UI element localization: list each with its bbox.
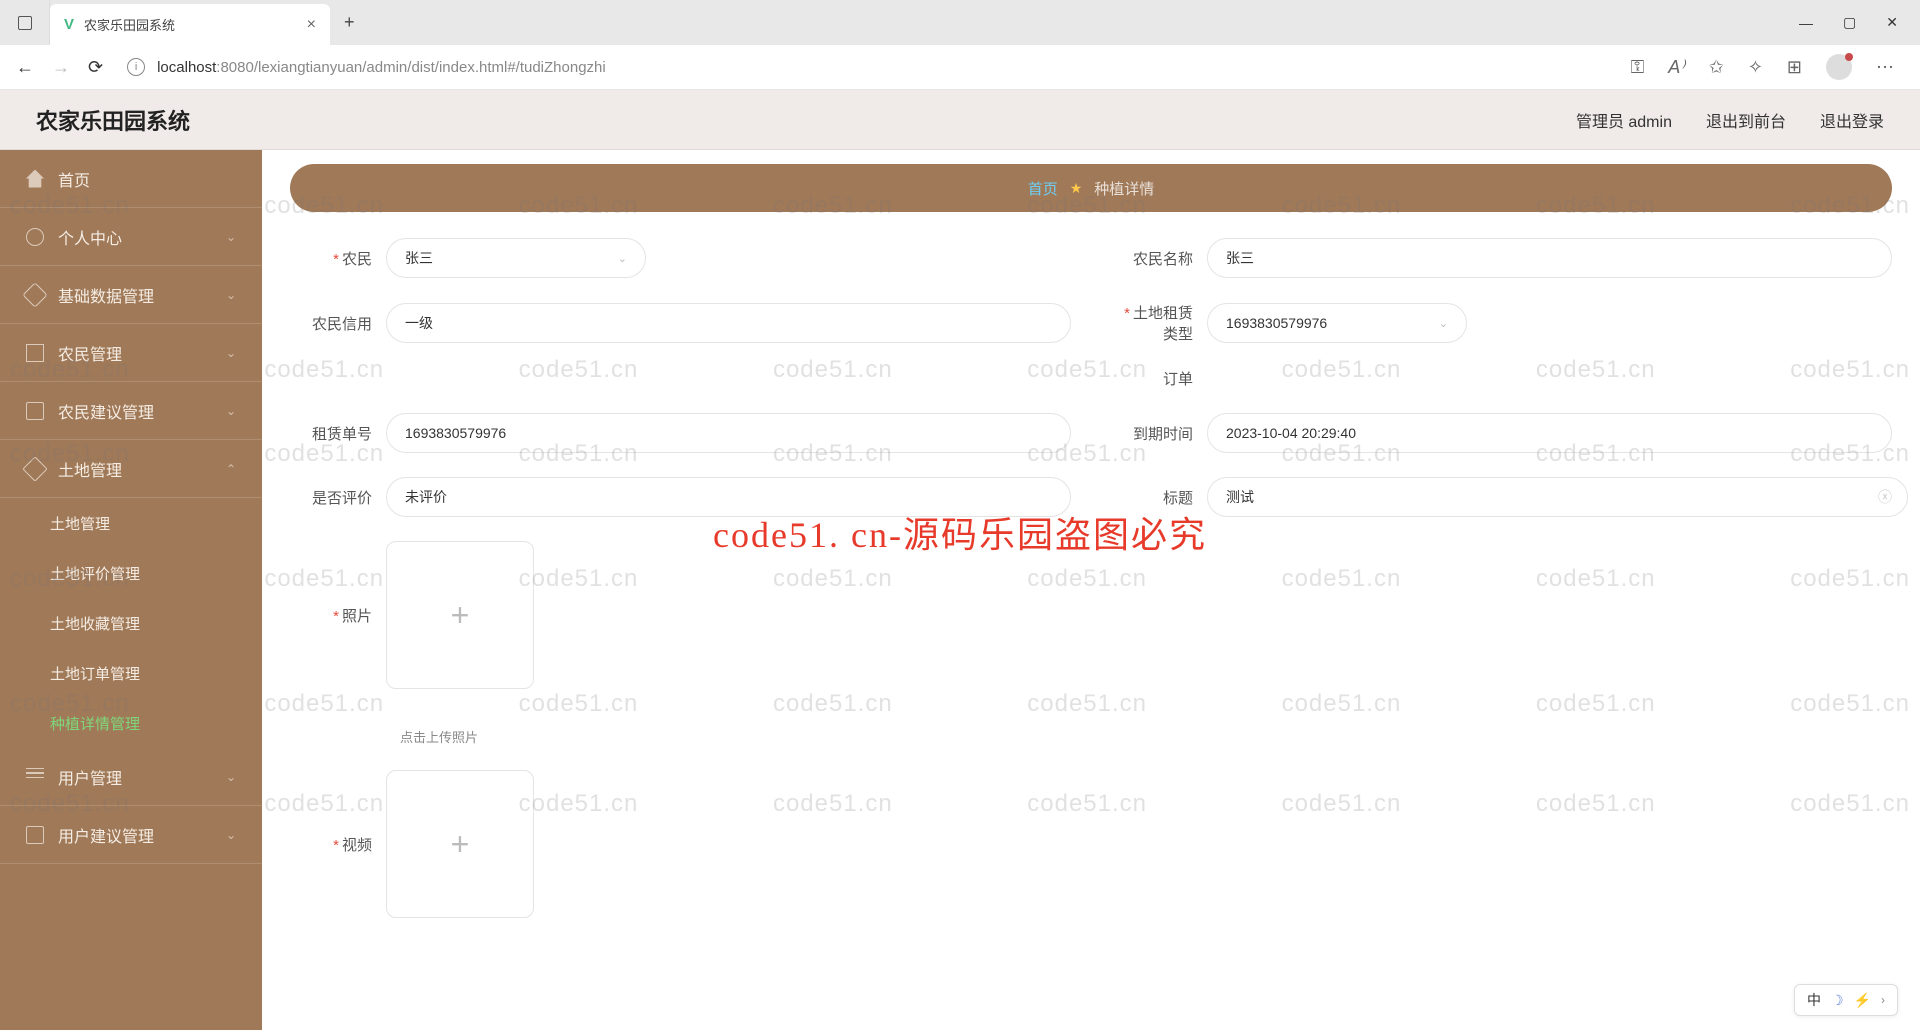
site-info-icon[interactable]: i bbox=[127, 58, 145, 76]
chevron-down-icon: ⌄ bbox=[226, 828, 236, 842]
chevron-down-icon: ⌄ bbox=[226, 288, 236, 302]
chevron-right-icon: › bbox=[1881, 993, 1885, 1007]
upload-photo-hint: 点击上传照片 bbox=[400, 727, 1892, 746]
label-evaluated: 是否评价 bbox=[312, 490, 372, 507]
favorite-icon[interactable]: ✩ bbox=[1709, 57, 1724, 78]
label-video: 视频 bbox=[342, 837, 372, 854]
user-icon bbox=[26, 228, 44, 246]
sidebar-item-land[interactable]: 土地管理 ⌃ bbox=[0, 440, 262, 498]
chevron-down-icon: ⌄ bbox=[226, 404, 236, 418]
sidebar-sub-land[interactable]: 土地管理 bbox=[0, 498, 262, 548]
key-icon[interactable]: ⚿ bbox=[1631, 57, 1645, 78]
sidebar-sub-plant-detail[interactable]: 种植详情管理 bbox=[0, 698, 262, 748]
doc-icon bbox=[26, 826, 44, 844]
minimize-icon[interactable]: — bbox=[1799, 15, 1813, 31]
input-credit[interactable] bbox=[386, 303, 1071, 343]
sidebar-item-farmer[interactable]: 农民管理 ⌄ bbox=[0, 324, 262, 382]
profile-avatar[interactable] bbox=[1826, 54, 1852, 80]
browser-tab[interactable]: V 农家乐田园系统 × bbox=[50, 4, 330, 45]
collections-icon[interactable]: ✧ bbox=[1748, 57, 1763, 78]
label-lease-type: 土地租赁类型 bbox=[1133, 305, 1193, 343]
chevron-up-icon: ⌃ bbox=[226, 462, 236, 476]
to-front-link[interactable]: 退出到前台 bbox=[1706, 108, 1786, 132]
window-controls: — ▢ ✕ bbox=[1777, 0, 1920, 45]
input-title[interactable] bbox=[1207, 477, 1908, 517]
sidebar-sub-land-order[interactable]: 土地订单管理 bbox=[0, 648, 262, 698]
detail-form: *农民 张三 ⌄ 农民名称 农民信用 *土地租赁类型 1693830579976 bbox=[290, 238, 1892, 918]
language-widget[interactable]: 中 ☽ ⚡ › bbox=[1794, 984, 1898, 1016]
label-title: 标题 bbox=[1163, 490, 1193, 507]
sidebar-sub-land-collect[interactable]: 土地收藏管理 bbox=[0, 598, 262, 648]
clear-input-icon[interactable]: ⓧ bbox=[1878, 487, 1892, 507]
select-farmer[interactable]: 张三 ⌄ bbox=[386, 238, 646, 278]
back-button[interactable]: ← bbox=[16, 57, 34, 78]
sidebar: 首页 个人中心 ⌄ 基础数据管理 ⌄ 农民管理 ⌄ 农民建议管理 ⌄ 土地管理 … bbox=[0, 150, 262, 1030]
label-farmer-name: 农民名称 bbox=[1133, 251, 1193, 268]
input-farmer-name[interactable] bbox=[1207, 238, 1892, 278]
gear-icon bbox=[22, 282, 47, 307]
refresh-button[interactable]: ⟳ bbox=[88, 57, 103, 78]
breadcrumb: 首页 ★ 种植详情 bbox=[290, 164, 1892, 212]
label-photo: 照片 bbox=[342, 608, 372, 625]
upload-photo-box[interactable]: + bbox=[386, 541, 534, 689]
input-expire[interactable] bbox=[1207, 413, 1892, 453]
browser-titlebar: V 农家乐田园系统 × + — ▢ ✕ bbox=[0, 0, 1920, 45]
sidebar-item-basic-data[interactable]: 基础数据管理 ⌄ bbox=[0, 266, 262, 324]
breadcrumb-current: 种植详情 bbox=[1094, 178, 1154, 199]
url-text: localhost:8080/lexiangtianyuan/admin/dis… bbox=[157, 59, 606, 76]
chevron-down-icon: ⌄ bbox=[226, 770, 236, 784]
address-bar: ← → ⟳ i localhost:8080/lexiangtianyuan/a… bbox=[0, 45, 1920, 90]
sidebar-item-home[interactable]: 首页 bbox=[0, 150, 262, 208]
extensions-icon[interactable]: ⊞ bbox=[1787, 57, 1802, 78]
pin-icon bbox=[22, 456, 47, 481]
tab-title: 农家乐田园系统 bbox=[84, 15, 297, 34]
label-credit: 农民信用 bbox=[312, 316, 372, 333]
more-icon[interactable]: ⋯ bbox=[1876, 57, 1894, 78]
forward-button: → bbox=[52, 57, 70, 78]
input-lease-no[interactable] bbox=[386, 413, 1071, 453]
chevron-down-icon: ⌄ bbox=[226, 346, 236, 360]
read-aloud-icon[interactable]: A⁾ bbox=[1668, 57, 1684, 78]
label-expire: 到期时间 bbox=[1133, 426, 1193, 443]
close-window-icon[interactable]: ✕ bbox=[1886, 14, 1898, 31]
logout-link[interactable]: 退出登录 bbox=[1820, 108, 1884, 132]
url-input[interactable]: i localhost:8080/lexiangtianyuan/admin/d… bbox=[121, 58, 1612, 76]
sidebar-sub-land-review[interactable]: 土地评价管理 bbox=[0, 548, 262, 598]
app-title: 农家乐田园系统 bbox=[36, 104, 190, 136]
sidebar-item-farmer-advice[interactable]: 农民建议管理 ⌄ bbox=[0, 382, 262, 440]
app-header: 农家乐田园系统 管理员 admin 退出到前台 退出登录 bbox=[0, 90, 1920, 150]
chevron-down-icon: ⌄ bbox=[226, 230, 236, 244]
breadcrumb-home[interactable]: 首页 bbox=[1028, 178, 1058, 199]
tab-strip-button[interactable] bbox=[0, 0, 50, 45]
sidebar-item-user-advice[interactable]: 用户建议管理 ⌄ bbox=[0, 806, 262, 864]
chevron-down-icon: ⌄ bbox=[618, 252, 627, 265]
select-lease-type[interactable]: 1693830579976 ⌄ bbox=[1207, 303, 1467, 343]
grid-icon bbox=[26, 344, 44, 362]
chevron-down-icon: ⌄ bbox=[1439, 317, 1448, 330]
favicon-icon: V bbox=[64, 16, 74, 33]
label-farmer: 农民 bbox=[342, 251, 372, 268]
home-icon bbox=[26, 170, 44, 188]
list-icon bbox=[26, 768, 44, 786]
maximize-icon[interactable]: ▢ bbox=[1843, 14, 1856, 31]
upload-video-box[interactable]: + bbox=[386, 770, 534, 918]
star-icon: ★ bbox=[1070, 180, 1083, 197]
current-user[interactable]: 管理员 admin bbox=[1576, 108, 1672, 132]
label-order: 订单 bbox=[1163, 371, 1193, 388]
moon-icon: ☽ bbox=[1831, 992, 1844, 1009]
flash-icon: ⚡ bbox=[1854, 992, 1871, 1009]
content-area: 首页 ★ 种植详情 *农民 张三 ⌄ 农民名称 农民信用 bbox=[262, 150, 1920, 1030]
input-evaluated[interactable] bbox=[386, 477, 1071, 517]
close-tab-icon[interactable]: × bbox=[307, 16, 316, 34]
new-tab-button[interactable]: + bbox=[330, 0, 369, 45]
sidebar-item-user[interactable]: 用户管理 ⌄ bbox=[0, 748, 262, 806]
doc-icon bbox=[26, 402, 44, 420]
sidebar-item-personal[interactable]: 个人中心 ⌄ bbox=[0, 208, 262, 266]
label-lease-no: 租赁单号 bbox=[312, 426, 372, 443]
